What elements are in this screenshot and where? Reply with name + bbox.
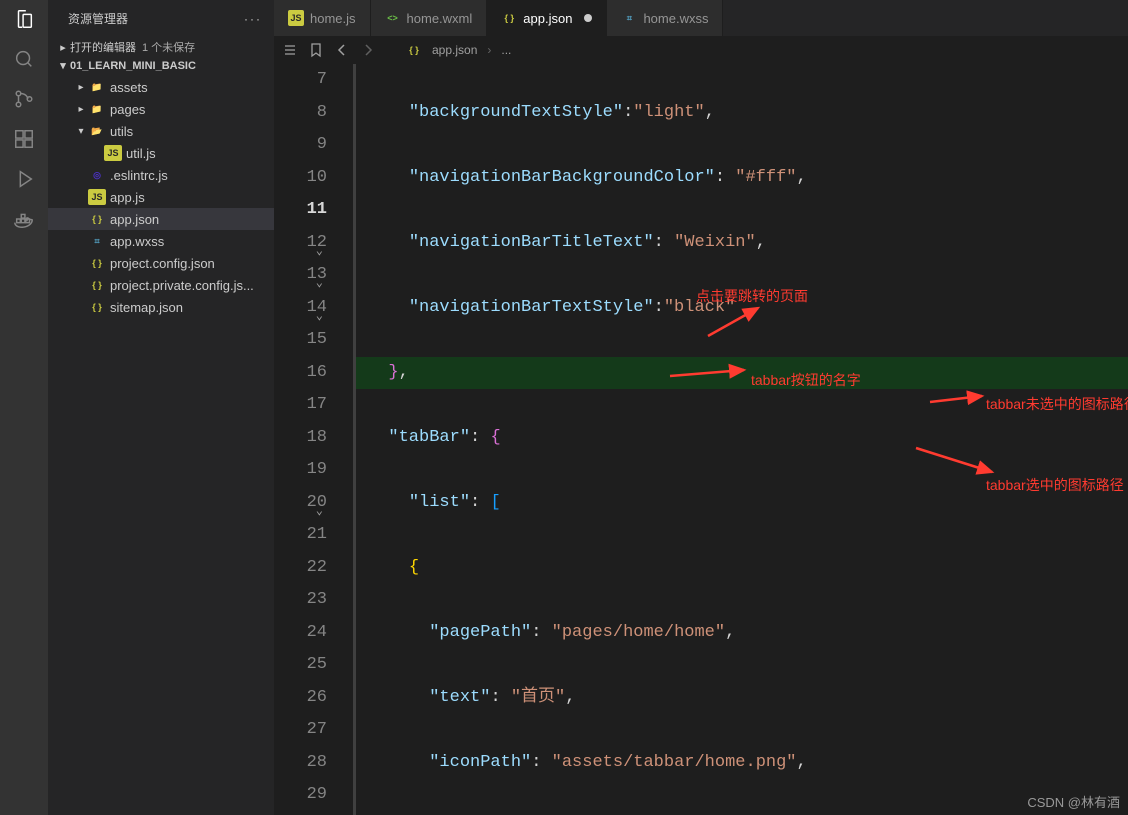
- annotation-icon-path: tabbar未选中的图标路径: [986, 388, 1128, 421]
- sidebar-title: 资源管理器: [68, 10, 128, 27]
- watermark: CSDN @林有酒: [1027, 792, 1120, 811]
- tree-file-eslintrc[interactable]: ◎.eslintrc.js: [48, 164, 274, 186]
- fold-icon[interactable]: ⌄: [309, 267, 323, 281]
- explorer-icon[interactable]: [13, 8, 35, 30]
- project-name: 01_LEARN_MINI_BASIC: [70, 60, 196, 72]
- nav-back-icon[interactable]: [334, 42, 350, 58]
- chevron-right-icon: ›: [487, 43, 491, 57]
- tree-file-util-js[interactable]: JSutil.js: [48, 142, 274, 164]
- code-editor[interactable]: 7 8 9 10 11 12⌄ 13⌄ 14⌄ 15 16 17 18 19 2…: [274, 64, 1128, 815]
- line-gutter: 7 8 9 10 11 12⌄ 13⌄ 14⌄ 15 16 17 18 19 2…: [274, 64, 356, 815]
- tab-home-wxml[interactable]: <>home.wxml: [371, 0, 488, 36]
- open-editors-label: 打开的编辑器: [70, 39, 136, 55]
- sidebar: 资源管理器 ··· ▸ 打开的编辑器 1 个未保存 ▾ 01_LEARN_MIN…: [48, 0, 274, 815]
- tree-file-sitemap[interactable]: { }sitemap.json: [48, 296, 274, 318]
- more-icon[interactable]: ···: [244, 12, 262, 26]
- search-icon[interactable]: [13, 48, 35, 70]
- tree-folder-pages[interactable]: ▸📁pages: [48, 98, 274, 120]
- extensions-icon[interactable]: [13, 128, 35, 150]
- nav-forward-icon[interactable]: [360, 42, 376, 58]
- json-icon: { }: [406, 42, 422, 58]
- code-content[interactable]: "backgroundTextStyle":"light", "navigati…: [356, 64, 1128, 815]
- open-editors-header[interactable]: ▸ 打开的编辑器 1 个未保存: [48, 37, 274, 57]
- docker-icon[interactable]: [13, 208, 35, 230]
- file-tree: ▸📁assets ▸📁pages ▾📂utils JSutil.js ◎.esl…: [48, 74, 274, 320]
- tree-file-project-config[interactable]: { }project.config.json: [48, 252, 274, 274]
- chevron-right-icon: ▸: [56, 41, 70, 54]
- tab-home-wxss[interactable]: ⌗home.wxss: [607, 0, 723, 36]
- modified-dot-icon: [584, 14, 592, 22]
- tree-file-app-json[interactable]: { }app.json: [48, 208, 274, 230]
- breadcrumb-rest[interactable]: ...: [501, 43, 511, 57]
- tab-home-js[interactable]: JShome.js: [274, 0, 371, 36]
- tab-app-json[interactable]: { }app.json: [487, 0, 607, 36]
- tree-folder-assets[interactable]: ▸📁assets: [48, 76, 274, 98]
- tree-folder-utils[interactable]: ▾📂utils: [48, 120, 274, 142]
- breadcrumb: { } app.json › ...: [274, 36, 1128, 64]
- arrow-icon: [928, 390, 988, 408]
- list-icon[interactable]: [282, 42, 298, 58]
- fold-icon[interactable]: ⌄: [309, 495, 323, 509]
- tree-file-project-private[interactable]: { }project.private.config.js...: [48, 274, 274, 296]
- tab-bar: JShome.js <>home.wxml { }app.json ⌗home.…: [274, 0, 1128, 36]
- sidebar-header: 资源管理器 ···: [48, 0, 274, 37]
- fold-icon[interactable]: ⌄: [309, 235, 323, 249]
- source-control-icon[interactable]: [13, 88, 35, 110]
- editor-area: JShome.js <>home.wxml { }app.json ⌗home.…: [274, 0, 1128, 815]
- activity-bar: [0, 0, 48, 815]
- breadcrumb-file[interactable]: app.json: [432, 43, 477, 57]
- bookmark-icon[interactable]: [308, 42, 324, 58]
- fold-icon[interactable]: ⌄: [309, 300, 323, 314]
- debug-icon[interactable]: [13, 168, 35, 190]
- tree-file-app-js[interactable]: JSapp.js: [48, 186, 274, 208]
- tree-file-app-wxss[interactable]: ⌗app.wxss: [48, 230, 274, 252]
- chevron-down-icon: ▾: [56, 59, 70, 72]
- unsaved-badge: 1 个未保存: [142, 39, 195, 55]
- project-header[interactable]: ▾ 01_LEARN_MINI_BASIC: [48, 57, 274, 74]
